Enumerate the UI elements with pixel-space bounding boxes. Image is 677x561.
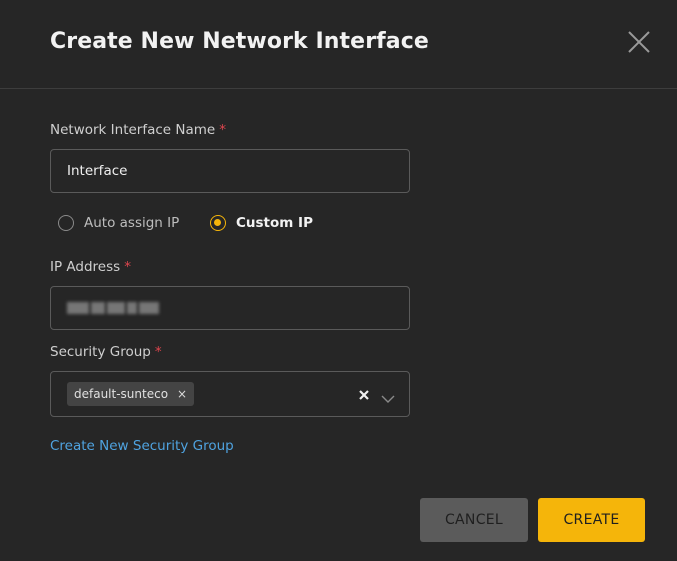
create-button[interactable]: CREATE xyxy=(538,498,645,542)
redacted-ip-value xyxy=(67,301,159,315)
create-security-group-link[interactable]: Create New Security Group xyxy=(50,438,234,454)
cancel-button[interactable]: CANCEL xyxy=(420,498,528,542)
radio-unchecked-icon xyxy=(58,215,74,231)
tag-remove-icon[interactable]: × xyxy=(177,382,187,406)
chevron-down-icon[interactable] xyxy=(381,389,395,403)
tag-label: default-sunteco xyxy=(74,387,169,401)
security-group-select[interactable]: default-sunteco × xyxy=(50,371,410,417)
interface-name-label-text: Network Interface Name xyxy=(50,122,216,138)
required-mark: * xyxy=(219,122,226,138)
create-network-interface-dialog: Create New Network Interface Network Int… xyxy=(0,0,677,561)
ip-address-label-text: IP Address xyxy=(50,259,121,275)
interface-name-label: Network Interface Name * xyxy=(50,122,226,138)
required-mark: * xyxy=(124,259,131,275)
security-group-label: Security Group * xyxy=(50,344,162,360)
clear-selection-icon[interactable] xyxy=(357,387,371,401)
auto-assign-ip-label: Auto assign IP xyxy=(84,215,180,231)
interface-name-input[interactable] xyxy=(51,150,409,192)
dialog-title: Create New Network Interface xyxy=(50,29,429,54)
radio-checked-icon xyxy=(210,215,226,231)
close-icon[interactable] xyxy=(626,29,652,55)
interface-name-field-wrapper xyxy=(50,149,410,193)
security-group-label-text: Security Group xyxy=(50,344,151,360)
custom-ip-label: Custom IP xyxy=(236,215,313,231)
ip-address-label: IP Address * xyxy=(50,259,131,275)
selected-tag: default-sunteco × xyxy=(67,382,195,406)
ip-address-field[interactable] xyxy=(50,286,410,330)
required-mark: * xyxy=(154,344,162,360)
dialog-header: Create New Network Interface xyxy=(0,0,677,89)
